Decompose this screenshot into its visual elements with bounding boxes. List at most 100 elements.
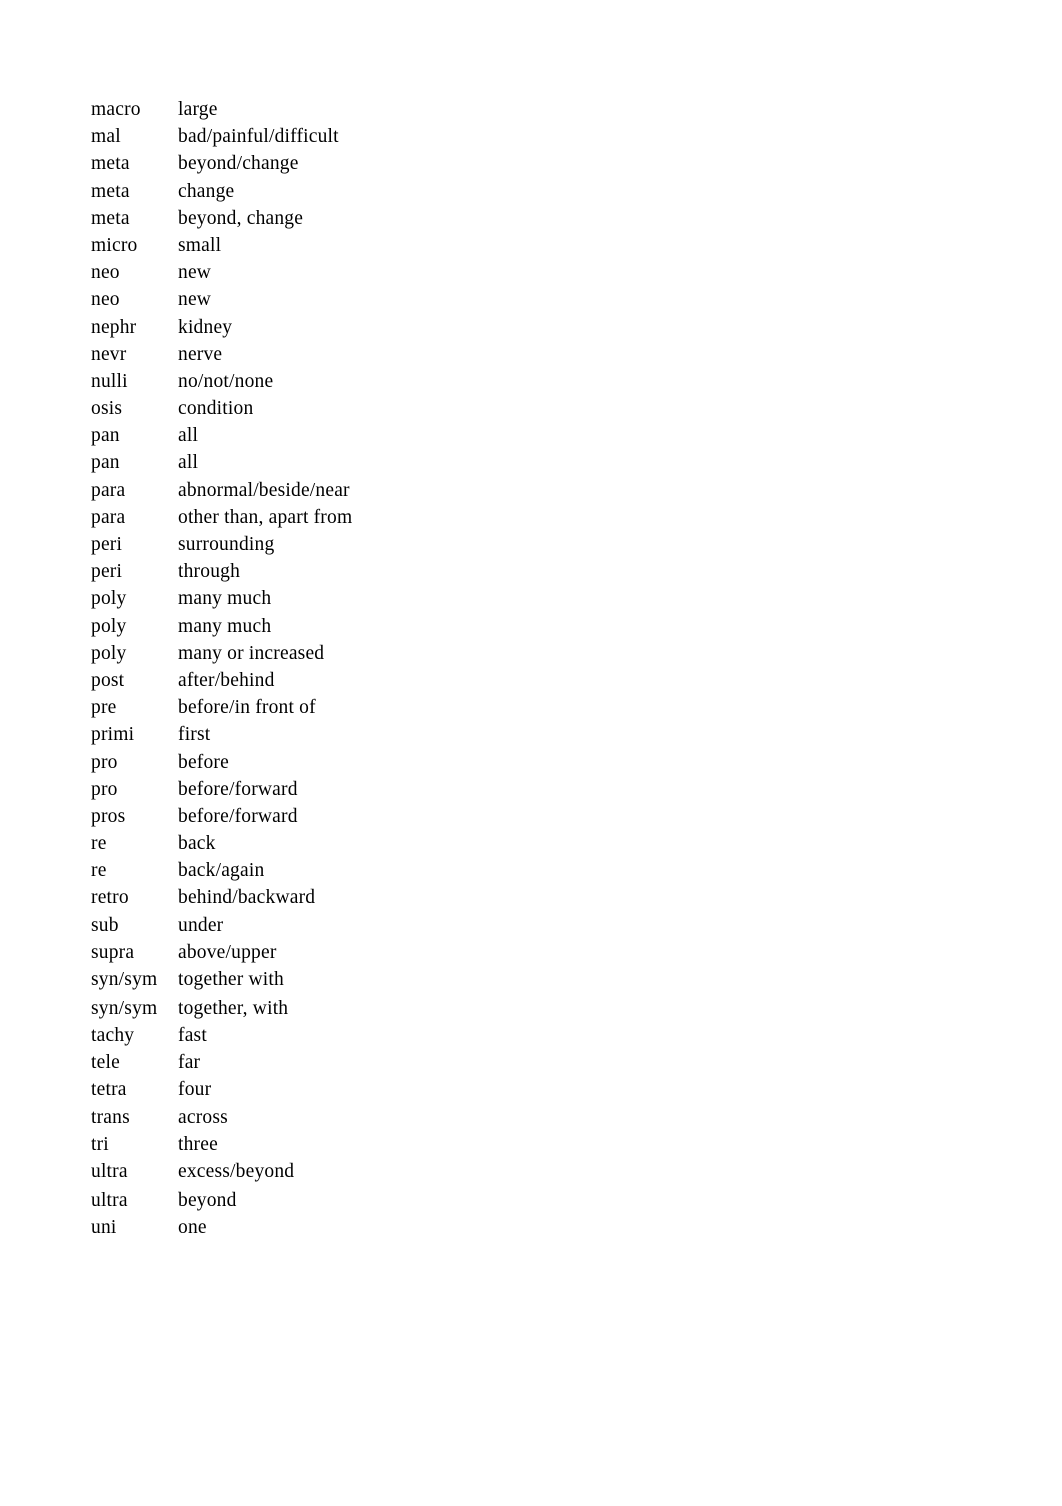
glossary-term: meta (91, 180, 130, 202)
glossary-term: ultra (91, 1160, 128, 1182)
glossary-row: meta change (91, 178, 911, 205)
glossary-term: poly (91, 615, 127, 637)
glossary-definition: all (178, 452, 199, 474)
glossary-term: para (91, 506, 126, 528)
glossary-term: meta (91, 153, 130, 175)
glossary-row: pan all (91, 449, 911, 476)
glossary-term: pro (91, 751, 118, 773)
glossary-term: pro (91, 778, 118, 800)
glossary-definition: abnormal/beside/near (178, 479, 350, 501)
glossary-definition: beyond, change (178, 207, 304, 229)
glossary-list: macro large mal bad/painful/difficult meta be… (91, 96, 911, 1241)
glossary-row: poly many much (91, 613, 911, 640)
glossary-row: trans across (91, 1104, 911, 1131)
glossary-row: meta beyond, change (91, 205, 911, 232)
glossary-definition: across (178, 1106, 228, 1128)
glossary-definition: above/upper (178, 941, 277, 963)
glossary-term: tachy (91, 1024, 135, 1046)
glossary-definition: bad/painful/difficult (178, 126, 339, 148)
glossary-row: retro behind/backward (91, 884, 911, 911)
glossary-term: syn/sym (91, 997, 158, 1019)
glossary-row: neo new (91, 286, 911, 313)
glossary-definition: behind/backward (178, 887, 316, 909)
glossary-term: ultra (91, 1189, 128, 1211)
glossary-definition: new (178, 289, 212, 311)
glossary-row: uni one (91, 1214, 911, 1241)
glossary-term: macro (91, 99, 141, 120)
glossary-row: nevr nerve (91, 341, 911, 368)
glossary-definition: three (178, 1133, 218, 1155)
glossary-term: re (91, 860, 107, 882)
glossary-definition: before/forward (178, 778, 298, 800)
glossary-definition: surrounding (178, 534, 275, 555)
glossary-term: trans (91, 1106, 130, 1128)
glossary-row: syn/sym together, with (91, 995, 911, 1022)
glossary-row: pros before/forward (91, 803, 911, 830)
glossary-row: macro large (91, 96, 911, 123)
glossary-row: neo new (91, 259, 911, 286)
glossary-definition: condition (178, 398, 254, 420)
glossary-definition: other than, apart from (178, 506, 353, 528)
glossary-definition: many much (178, 615, 272, 637)
glossary-term: pros (91, 805, 126, 827)
glossary-definition: together, with (178, 997, 289, 1019)
glossary-definition: back/again (178, 860, 265, 882)
document-page: macro large mal bad/painful/difficult meta be… (0, 0, 1062, 1506)
glossary-term: post (91, 669, 125, 691)
glossary-row: nulli no/not/none (91, 368, 911, 395)
glossary-term: neo (91, 289, 120, 311)
glossary-row: tele far (91, 1049, 911, 1076)
glossary-row: post after/behind (91, 667, 911, 694)
glossary-row: poly many much (91, 585, 911, 612)
glossary-term: mal (91, 126, 121, 148)
glossary-row: sub under (91, 912, 911, 939)
glossary-row: micro small (91, 232, 911, 259)
glossary-row: peri surrounding (91, 531, 911, 558)
glossary-definition: first (178, 724, 211, 746)
glossary-definition: through (178, 561, 241, 583)
glossary-row: mal bad/painful/difficult (91, 123, 911, 150)
glossary-row: peri through (91, 558, 911, 585)
glossary-definition: under (178, 914, 224, 936)
glossary-term: pre (91, 697, 117, 719)
glossary-definition: before (178, 751, 229, 773)
glossary-definition: together with (178, 969, 284, 990)
glossary-definition: beyond (178, 1189, 237, 1211)
glossary-row: re back/again (91, 857, 911, 884)
glossary-definition: many much (178, 588, 272, 610)
glossary-term: peri (91, 561, 123, 583)
glossary-row: pre before/in front of (91, 694, 911, 721)
glossary-row: re back (91, 830, 911, 857)
glossary-definition: large (178, 99, 218, 120)
glossary-row: pro before (91, 749, 911, 776)
glossary-row: primi first (91, 721, 911, 748)
glossary-row: syn/sym together with (91, 966, 911, 993)
glossary-definition: change (178, 180, 235, 202)
glossary-term: para (91, 479, 126, 501)
glossary-definition: before/forward (178, 805, 298, 827)
glossary-definition: kidney (178, 316, 233, 338)
glossary-term: retro (91, 887, 129, 909)
glossary-row: pro before/forward (91, 776, 911, 803)
glossary-definition: many or increased (178, 642, 325, 664)
glossary-definition: back (178, 833, 216, 855)
glossary-term: neo (91, 262, 120, 284)
glossary-definition: excess/beyond (178, 1160, 295, 1182)
glossary-row: nephr kidney (91, 314, 911, 341)
glossary-term: tri (91, 1133, 109, 1155)
glossary-definition: all (178, 425, 199, 447)
glossary-term: pan (91, 452, 120, 474)
glossary-term: primi (91, 724, 135, 746)
glossary-row: para other than, apart from (91, 504, 911, 531)
glossary-row: osis condition (91, 395, 911, 422)
glossary-term: nulli (91, 370, 128, 392)
glossary-definition: nerve (178, 343, 223, 365)
glossary-definition: after/behind (178, 669, 275, 691)
glossary-row: ultra beyond (91, 1187, 911, 1214)
glossary-term: nevr (91, 343, 127, 365)
glossary-term: re (91, 833, 107, 855)
glossary-row: pan all (91, 422, 911, 449)
glossary-definition: four (178, 1079, 212, 1101)
glossary-row: supra above/upper (91, 939, 911, 966)
glossary-row: para abnormal/beside/near (91, 477, 911, 504)
